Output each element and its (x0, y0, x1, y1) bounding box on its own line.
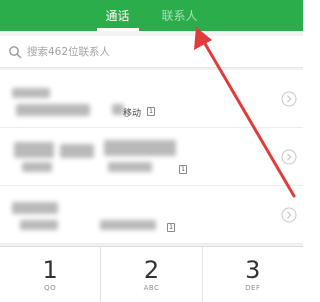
contact-list: 移动 1 1 1 (0, 70, 303, 244)
contact-row[interactable]: 1 (0, 128, 303, 186)
contact-name-redacted (60, 144, 94, 158)
dial-key-1[interactable]: 1 QO (0, 247, 102, 302)
contact-number-redacted (104, 140, 176, 156)
active-tab-indicator (97, 28, 139, 31)
dial-key-2[interactable]: 2 ABC (101, 247, 203, 302)
tab-calls[interactable]: 通话 (105, 7, 129, 24)
dial-key-letters: QO (44, 284, 57, 292)
sim-card-icon: 1 (147, 107, 155, 116)
sim-card-icon: 1 (167, 223, 175, 232)
dial-key-letters: DEF (245, 284, 261, 292)
dial-key-3[interactable]: 3 DEF (203, 247, 303, 302)
contact-detail-chevron-icon[interactable] (281, 207, 297, 223)
dial-key-digit: 3 (245, 256, 261, 284)
dial-key-digit: 1 (42, 256, 58, 284)
contact-number-redacted (16, 104, 90, 116)
contact-name-redacted (14, 142, 54, 158)
contact-detail-chevron-icon[interactable] (281, 149, 297, 165)
contact-row[interactable]: 1 (0, 186, 303, 244)
contact-name-redacted (12, 88, 50, 98)
contact-row[interactable]: 移动 1 (0, 70, 303, 128)
dial-key-letters: ABC (143, 284, 160, 292)
search-input[interactable]: 搜索462位联系人 (27, 44, 110, 59)
tab-contacts[interactable]: 联系人 (162, 7, 198, 24)
dial-key-digit: 2 (143, 256, 160, 284)
sim-card-icon: 1 (179, 165, 187, 174)
contact-number-redacted (108, 162, 152, 172)
contact-detail-chevron-icon[interactable] (281, 91, 297, 107)
search-icon (9, 45, 22, 58)
contact-name-redacted (12, 202, 58, 214)
contact-number-redacted (100, 220, 156, 230)
contacts-app: 通话 联系人 搜索462位联系人 移动 1 1 1 1 QO 2 ABC 3 D… (0, 0, 303, 302)
contact-number-redacted (20, 220, 58, 230)
contact-number-redacted (22, 162, 52, 172)
dial-pad: 1 QO 2 ABC 3 DEF (0, 246, 303, 302)
number-type-label: 移动 (123, 109, 142, 119)
top-tab-bar: 通话 联系人 (0, 0, 303, 31)
search-bar[interactable]: 搜索462位联系人 (0, 36, 303, 68)
